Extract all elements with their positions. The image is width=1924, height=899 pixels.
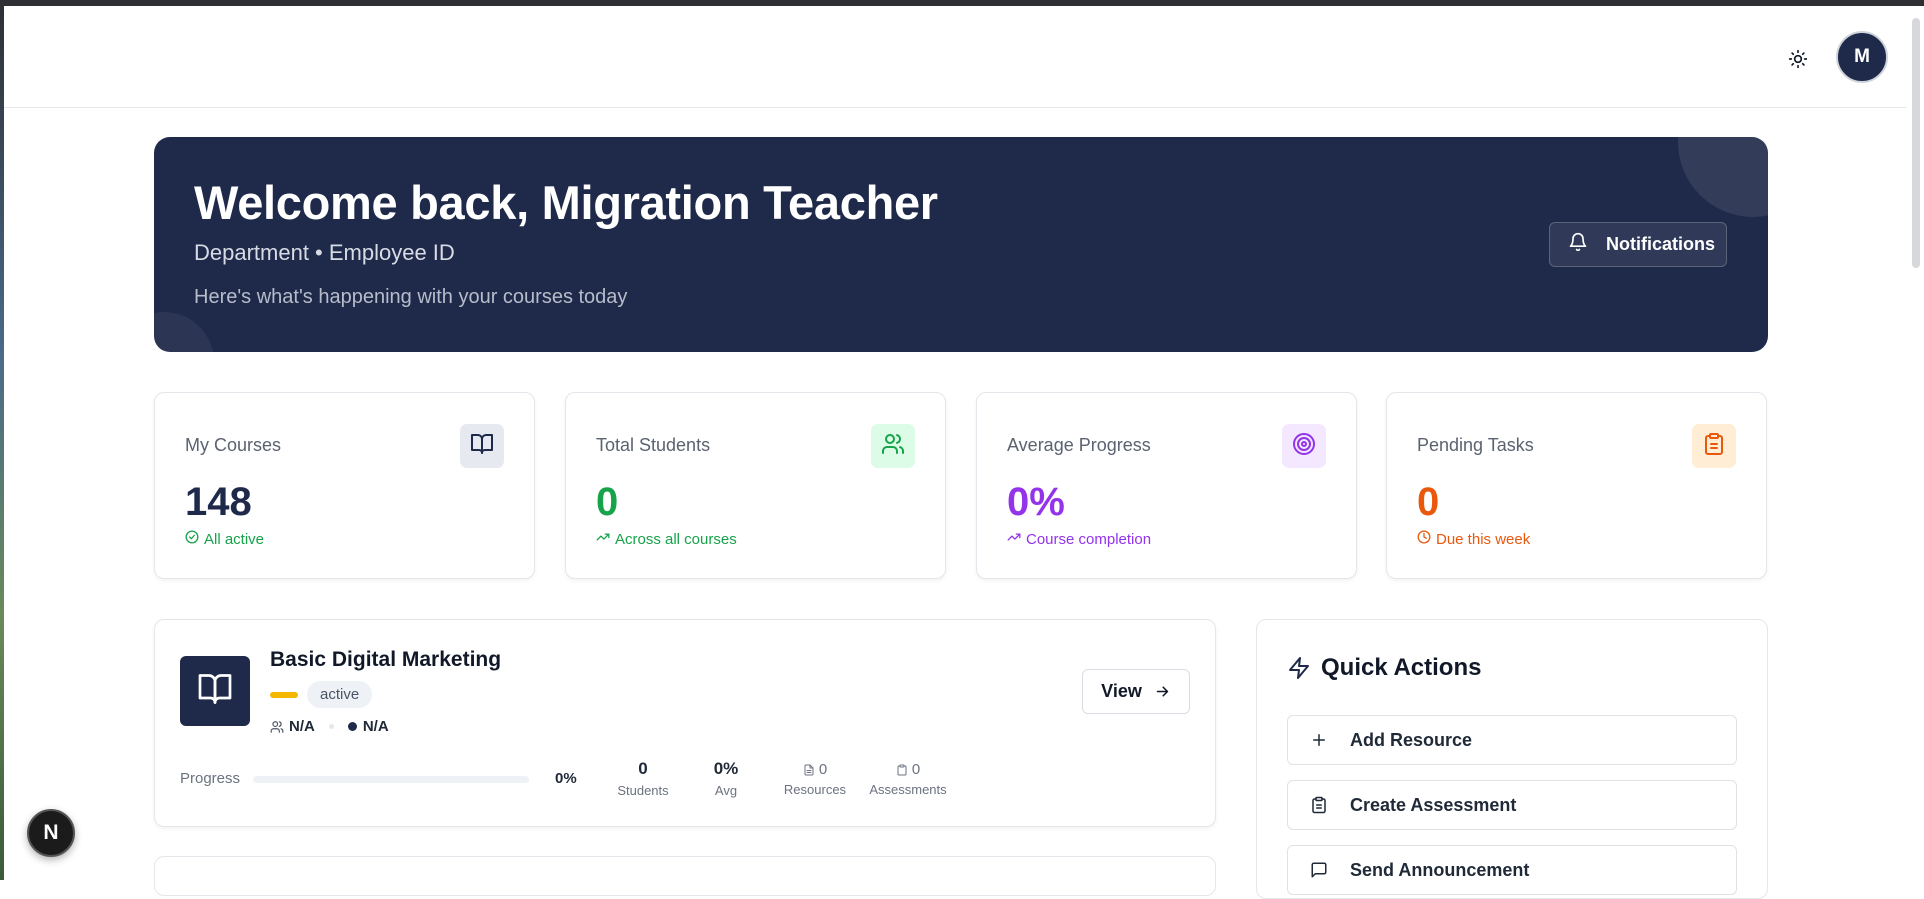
course-stat-resources: 0 Resources (782, 761, 848, 797)
course-stat-assessments: 0 Assessments (867, 761, 949, 797)
progress-bar (253, 776, 529, 783)
level-dot (347, 722, 357, 731)
stat-card-average-progress: Average Progress 0% Course completion (976, 392, 1357, 579)
top-header: M (4, 6, 1906, 108)
bell-icon (1568, 232, 1606, 257)
trending-up-icon (1007, 530, 1026, 548)
check-circle-icon (185, 530, 204, 548)
course-meta: N/A N/A (270, 718, 389, 735)
stat-note: Across all courses (596, 530, 737, 548)
stat-card-pending-tasks: Pending Tasks 0 Due this week (1386, 392, 1767, 579)
stat-label: Pending Tasks (1417, 435, 1534, 455)
quick-actions-title: Quick Actions (1287, 654, 1481, 682)
stat-note: All active (185, 530, 264, 548)
students-value: 0 (638, 759, 648, 778)
course-card[interactable]: Basic Digital Marketing active N/A N/A V… (154, 619, 1216, 827)
course-title: Basic Digital Marketing (270, 648, 502, 671)
meta-separator (328, 724, 334, 729)
welcome-subtitle: Department • Employee ID (194, 240, 455, 265)
dev-badge-label: N (43, 821, 59, 844)
stat-value: 0% (1007, 480, 1065, 524)
message-square-icon (1310, 861, 1350, 879)
file-icon (803, 764, 819, 776)
priority-bar (270, 692, 298, 698)
trending-up-icon (596, 530, 615, 548)
welcome-title: Welcome back, Migration Teacher (194, 176, 938, 229)
users-icon (881, 432, 905, 461)
progress-label: Progress (180, 770, 241, 787)
page-scrollbar[interactable] (1906, 6, 1924, 880)
target-icon (1292, 432, 1316, 461)
scrollbar-thumb[interactable] (1912, 18, 1920, 268)
clock-icon (1417, 530, 1436, 548)
notifications-label: Notifications (1606, 234, 1716, 254)
stat-note-text: All active (204, 530, 265, 548)
theme-toggle-button[interactable] (1780, 43, 1816, 79)
create-assessment-button[interactable]: Create Assessment (1287, 780, 1737, 830)
quick-actions-title-text: Quick Actions (1321, 654, 1482, 681)
clipboard-icon (1702, 432, 1726, 461)
book-open-icon (470, 432, 494, 461)
add-resource-button[interactable]: Add Resource (1287, 715, 1737, 765)
send-announcement-label: Send Announcement (1350, 859, 1530, 880)
avatar-initial: M (1854, 46, 1870, 67)
progress-value: 0% (555, 770, 577, 787)
view-button-label: View (1101, 681, 1142, 701)
avg-label: Avg (714, 783, 738, 798)
course-meta-students: N/A (289, 718, 315, 735)
stat-card-total-students: Total Students 0 Across all courses (565, 392, 946, 579)
plus-icon (1310, 731, 1350, 749)
assessments-label: Assessments (869, 782, 947, 797)
stat-label: My Courses (185, 435, 282, 455)
stat-value: 148 (185, 480, 252, 524)
stat-icon-box (1692, 424, 1736, 468)
stat-icon-box (1282, 424, 1326, 468)
clipboard-icon (1310, 796, 1350, 814)
arrow-right-icon (1142, 683, 1171, 700)
course-stat-students: 0 Students (615, 759, 671, 798)
stat-label: Total Students (596, 435, 711, 455)
window-left-edge (0, 0, 4, 880)
zap-icon (1287, 656, 1321, 680)
stat-value: 0 (1417, 480, 1440, 524)
avatar[interactable]: M (1836, 31, 1888, 83)
avg-value: 0% (713, 759, 739, 778)
view-course-button[interactable]: View (1082, 669, 1190, 714)
sun-icon (1788, 49, 1808, 74)
notifications-button[interactable]: Notifications (1549, 222, 1727, 267)
resources-value: 0 (818, 761, 828, 778)
status-badge: active (307, 681, 373, 708)
stat-icon-box (871, 424, 915, 468)
dev-tools-badge[interactable]: N (27, 809, 75, 857)
quick-actions-panel: Quick Actions Add Resource Create Assess… (1256, 619, 1768, 899)
add-resource-label: Add Resource (1350, 729, 1473, 750)
send-announcement-button[interactable]: Send Announcement (1287, 845, 1737, 895)
course-meta-level: N/A (362, 718, 389, 735)
welcome-tagline: Here's what's happening with your course… (194, 286, 628, 308)
stat-note: Course completion (1007, 530, 1151, 548)
book-open-icon (197, 671, 233, 712)
course-card[interactable] (154, 856, 1216, 896)
stat-value: 0 (596, 480, 619, 524)
course-icon-box (180, 656, 250, 726)
resources-label: Resources (783, 782, 847, 797)
stat-icon-box (460, 424, 504, 468)
stat-note-text: Due this week (1436, 530, 1531, 548)
assessments-value: 0 (911, 761, 921, 778)
students-label: Students (617, 783, 669, 798)
decorative-circle (154, 312, 214, 352)
stat-note-text: Across all courses (615, 530, 737, 548)
stat-note: Due this week (1417, 530, 1530, 548)
stat-note-text: Course completion (1026, 530, 1152, 548)
stat-label: Average Progress (1007, 435, 1151, 455)
decorative-circle (1678, 137, 1768, 217)
users-icon (270, 720, 284, 734)
welcome-banner: Welcome back, Migration Teacher Departme… (154, 137, 1768, 352)
clipboard-icon (896, 764, 912, 776)
create-assessment-label: Create Assessment (1350, 794, 1517, 815)
stat-card-my-courses: My Courses 148 All active (154, 392, 535, 579)
course-stat-avg: 0% Avg (701, 759, 751, 798)
